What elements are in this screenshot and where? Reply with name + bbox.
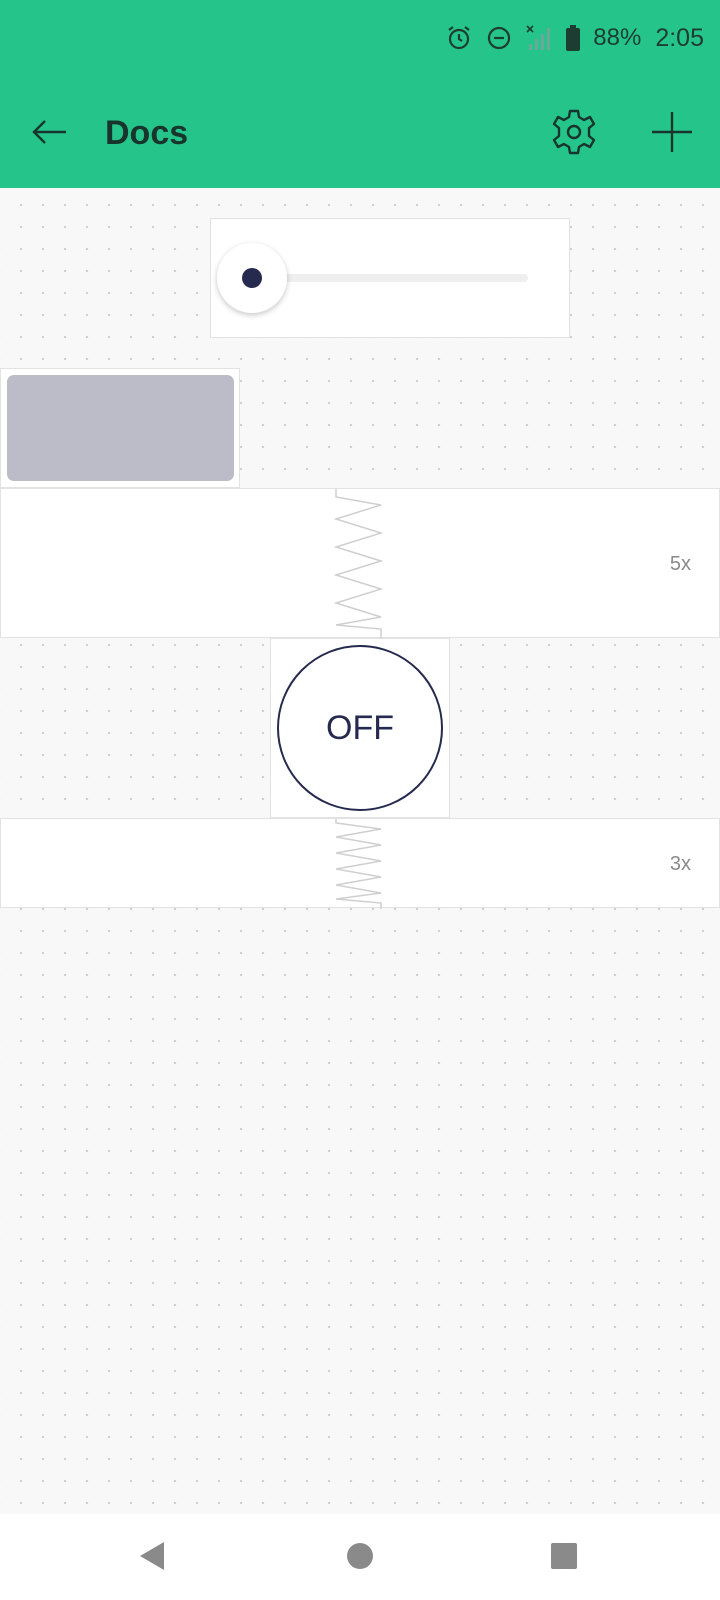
spring-icon: [333, 489, 384, 639]
battery-icon: [565, 24, 581, 52]
gear-icon: [552, 109, 596, 155]
slider-thumb[interactable]: [217, 243, 287, 313]
back-button[interactable]: [28, 110, 72, 154]
spacer-multiplier: 5x: [669, 553, 691, 575]
spacer-widget[interactable]: 3x: [0, 818, 720, 909]
spring-icon: [335, 819, 382, 909]
status-bar: 88% 2:05: [445, 20, 704, 56]
arrow-left-icon: [32, 120, 66, 144]
slider-thumb-dot: [242, 268, 262, 288]
plus-icon: [652, 112, 692, 152]
back-triangle-icon: [140, 1542, 164, 1570]
settings-button[interactable]: [550, 108, 598, 156]
system-nav-bar: [0, 1514, 720, 1600]
slider-widget[interactable]: [210, 218, 570, 338]
spacer-multiplier: 3x: [669, 853, 691, 875]
slider-track[interactable]: [281, 274, 528, 282]
recents-square-icon: [551, 1543, 577, 1569]
spacer-widget[interactable]: 5x: [0, 488, 720, 639]
toggle-button[interactable]: OFF: [277, 645, 443, 811]
label-display: [7, 375, 234, 481]
nav-home-button[interactable]: [338, 1534, 382, 1578]
nav-back-button[interactable]: [132, 1534, 176, 1578]
button-widget[interactable]: OFF: [270, 638, 450, 818]
alarm-icon: [445, 24, 473, 52]
add-widget-button[interactable]: [648, 108, 696, 156]
clock: 2:05: [655, 23, 704, 52]
do-not-disturb-icon: [485, 24, 513, 52]
label-widget[interactable]: [0, 368, 240, 488]
app-header: 88% 2:05 Docs: [0, 0, 720, 188]
no-signal-icon: [525, 24, 553, 52]
battery-percentage: 88%: [593, 24, 642, 51]
page-title: Docs: [105, 114, 189, 152]
home-circle-icon: [347, 1543, 373, 1569]
nav-recents-button[interactable]: [542, 1534, 586, 1578]
